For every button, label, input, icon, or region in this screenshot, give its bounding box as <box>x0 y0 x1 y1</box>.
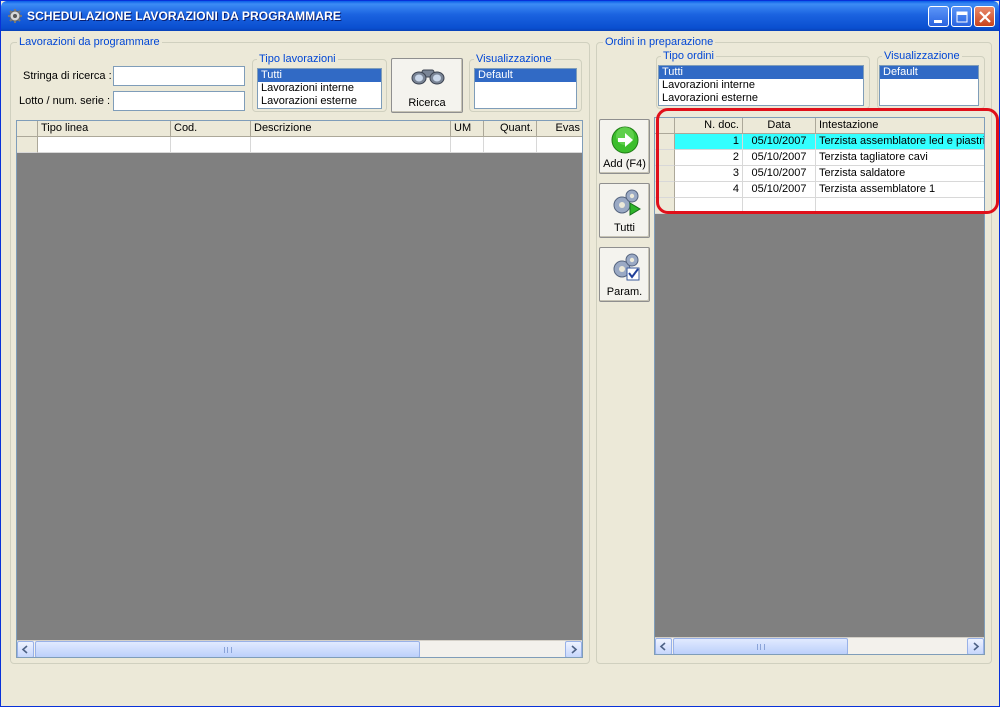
list-item[interactable]: Default <box>880 66 978 79</box>
tipo-lavorazioni-legend: Tipo lavorazioni <box>257 53 338 65</box>
ordini-group-legend: Ordini in preparazione <box>603 36 716 48</box>
column-header[interactable]: Intestazione <box>816 118 984 134</box>
table-cell[interactable]: Terzista saldatore <box>816 166 984 182</box>
search-input[interactable] <box>113 66 245 86</box>
row-indicator <box>655 150 675 166</box>
table-cell[interactable]: 4 <box>675 182 743 198</box>
table-cell[interactable]: Terzista assemblatore 1 <box>816 182 984 198</box>
list-item[interactable]: Lavorazioni interne <box>258 82 381 95</box>
lot-label: Lotto / num. serie : <box>19 95 111 107</box>
scroll-thumb[interactable] <box>673 638 848 654</box>
scroll-thumb[interactable] <box>35 641 420 657</box>
table-row[interactable]: 2 05/10/2007 Terzista tagliatore cavi <box>655 150 984 166</box>
table-cell[interactable]: 05/10/2007 <box>743 166 816 182</box>
table-cell[interactable] <box>251 137 451 153</box>
table-cell[interactable]: 1 <box>675 134 743 150</box>
tipo-ordini-list[interactable]: Tutti Lavorazioni interne Lavorazioni es… <box>658 65 864 106</box>
table-cell[interactable] <box>451 137 484 153</box>
table-cell[interactable]: 3 <box>675 166 743 182</box>
close-button[interactable] <box>974 6 995 27</box>
search-button[interactable]: Ricerca <box>391 58 463 113</box>
list-item[interactable]: Tutti <box>258 69 381 82</box>
window-title: SCHEDULAZIONE LAVORAZIONI DA PROGRAMMARE <box>27 9 341 23</box>
table-cell[interactable] <box>537 137 582 153</box>
search-label: Stringa di ricerca : <box>23 70 112 82</box>
table-cell[interactable]: 05/10/2007 <box>743 182 816 198</box>
column-header[interactable]: Tipo linea <box>38 121 171 137</box>
right-grid-horizontal-scrollbar[interactable] <box>655 637 984 654</box>
visualizzazione-right-list[interactable]: Default <box>879 65 979 106</box>
column-header[interactable]: N. doc. <box>675 118 743 134</box>
title-bar[interactable]: SCHEDULAZIONE LAVORAZIONI DA PROGRAMMARE <box>1 1 999 31</box>
column-header[interactable]: Descrizione <box>251 121 451 137</box>
window-client-area: Lavorazioni da programmare Stringa di ri… <box>4 31 999 704</box>
list-item[interactable]: Tutti <box>659 66 863 79</box>
minimize-icon <box>934 20 942 23</box>
chevron-right-icon <box>973 642 980 651</box>
column-header[interactable]: UM <box>451 121 484 137</box>
row-indicator <box>655 134 675 150</box>
table-row[interactable]: 1 05/10/2007 Terzista assemblatore led e… <box>655 134 984 150</box>
row-indicator <box>17 137 38 153</box>
tipo-lavorazioni-list[interactable]: Tutti Lavorazioni interne Lavorazioni es… <box>257 68 382 109</box>
row-indicator <box>655 166 675 182</box>
row-indicator <box>655 198 675 214</box>
lot-input[interactable] <box>113 91 245 111</box>
table-cell[interactable]: 05/10/2007 <box>743 150 816 166</box>
lavorazioni-group: Lavorazioni da programmare Stringa di ri… <box>10 36 590 664</box>
search-button-label: Ricerca <box>408 97 446 109</box>
table-cell[interactable]: Terzista assemblatore led e piastrina <box>816 134 984 150</box>
grid-corner <box>17 121 38 137</box>
table-cell[interactable] <box>816 198 984 214</box>
table-cell[interactable]: 2 <box>675 150 743 166</box>
table-cell[interactable] <box>484 137 537 153</box>
ordini-grid-header: N. doc. Data Intestazione <box>655 118 984 134</box>
scroll-left-button[interactable] <box>655 638 672 654</box>
minimize-button[interactable] <box>928 6 949 27</box>
table-row[interactable]: 3 05/10/2007 Terzista saldatore <box>655 166 984 182</box>
table-row-new[interactable] <box>655 198 984 214</box>
column-header[interactable]: Evas <box>537 121 582 137</box>
visualizzazione-left-legend: Visualizzazione <box>474 53 554 65</box>
maximize-button[interactable] <box>951 6 972 27</box>
grid-corner <box>655 118 675 134</box>
lavorazioni-grid[interactable]: Tipo linea Cod. Descrizione UM Quant. Ev… <box>16 120 583 658</box>
row-indicator <box>655 182 675 198</box>
table-cell[interactable] <box>38 137 171 153</box>
list-item[interactable]: Default <box>475 69 576 82</box>
column-header[interactable]: Cod. <box>171 121 251 137</box>
visualizzazione-left-list[interactable]: Default <box>474 68 577 109</box>
grip-icon <box>223 647 232 653</box>
lavorazioni-grid-header: Tipo linea Cod. Descrizione UM Quant. Ev… <box>17 121 582 137</box>
ordini-grid[interactable]: N. doc. Data Intestazione 1 05/10/2007 T… <box>654 117 985 655</box>
left-grid-horizontal-scrollbar[interactable] <box>17 640 582 657</box>
column-header[interactable]: Quant. <box>484 121 537 137</box>
list-item[interactable]: Lavorazioni esterne <box>258 95 381 108</box>
scroll-right-button[interactable] <box>967 638 984 654</box>
binoculars-icon <box>411 69 445 85</box>
lavorazioni-group-legend: Lavorazioni da programmare <box>17 36 162 48</box>
table-cell[interactable]: 05/10/2007 <box>743 134 816 150</box>
chevron-right-icon <box>571 645 578 654</box>
tipo-ordini-legend: Tipo ordini <box>661 50 716 62</box>
gear-icon <box>8 9 22 23</box>
list-item[interactable]: Lavorazioni esterne <box>659 92 863 105</box>
list-item[interactable]: Lavorazioni interne <box>659 79 863 92</box>
table-cell[interactable] <box>171 137 251 153</box>
table-cell[interactable] <box>675 198 743 214</box>
scroll-left-button[interactable] <box>17 641 34 657</box>
table-row[interactable] <box>17 137 582 153</box>
maximize-icon <box>956 11 968 23</box>
visualizzazione-right-legend: Visualizzazione <box>882 50 962 62</box>
table-row[interactable]: 4 05/10/2007 Terzista assemblatore 1 <box>655 182 984 198</box>
main-window: SCHEDULAZIONE LAVORAZIONI DA PROGRAMMARE… <box>0 0 1000 707</box>
grip-icon <box>756 644 765 650</box>
table-cell[interactable] <box>743 198 816 214</box>
chevron-left-icon <box>659 642 666 651</box>
table-cell[interactable]: Terzista tagliatore cavi <box>816 150 984 166</box>
scroll-right-button[interactable] <box>565 641 582 657</box>
chevron-left-icon <box>21 645 28 654</box>
close-icon <box>979 11 991 23</box>
column-header[interactable]: Data <box>743 118 816 134</box>
